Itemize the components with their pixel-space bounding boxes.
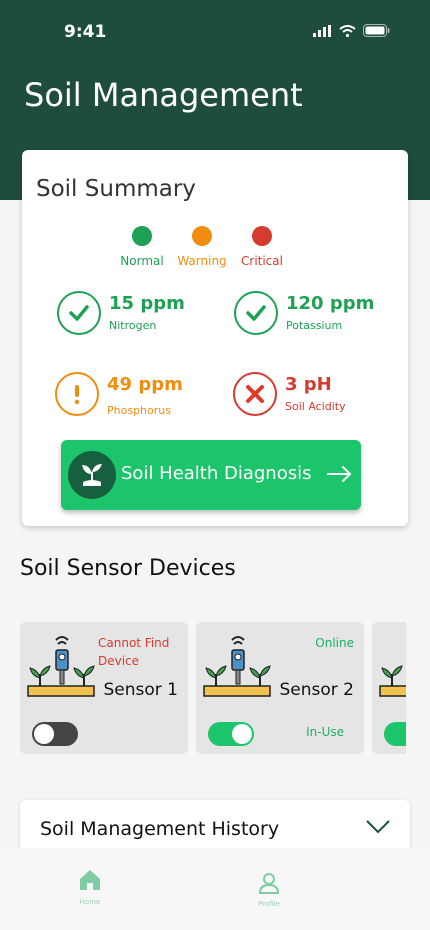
device-toggle[interactable]: [384, 722, 406, 746]
legend-label: Critical: [241, 254, 283, 268]
metric-value: 49 ppm: [107, 374, 183, 395]
page-title: Soil Management: [24, 76, 303, 114]
home-icon: [80, 870, 100, 890]
device-name: Sensor 1: [103, 680, 179, 700]
metric-value: 120 ppm: [286, 293, 375, 314]
status-icons: [313, 24, 390, 37]
wifi-icon: [339, 24, 356, 37]
device-toggle[interactable]: [208, 722, 254, 746]
device-card[interactable]: Cannot Find Device Sensor 1: [20, 622, 188, 754]
check-icon: [57, 291, 101, 335]
device-use-label: In-Use: [306, 725, 344, 739]
plant-icon: [68, 451, 116, 499]
metric-name: Phosphorus: [107, 404, 171, 417]
legend-dot: [132, 226, 152, 246]
sensor-plant-icon: [27, 636, 95, 697]
metric-nitrogen: 15 ppm Nitrogen: [57, 291, 207, 341]
metric-value: 3 pH: [285, 374, 332, 395]
diagnosis-label: Soil Health Diagnosis: [121, 463, 312, 484]
x-icon: [233, 372, 277, 416]
soil-summary-card: Soil Summary Normal Warning Critical 15 …: [22, 150, 408, 526]
soil-health-diagnosis-button[interactable]: Soil Health Diagnosis: [61, 440, 361, 510]
signal-icon: [313, 24, 331, 37]
metric-name: Potassium: [286, 319, 343, 332]
nav-profile[interactable]: Profile: [229, 872, 309, 908]
exclamation-icon: [55, 372, 99, 416]
sensor-plant-icon: [203, 636, 271, 697]
history-title: Soil Management History: [40, 818, 280, 840]
device-status: Online: [315, 636, 354, 650]
toggle-knob: [34, 724, 54, 744]
legend-label: Warning: [177, 254, 227, 268]
chevron-down-icon: [366, 820, 390, 834]
status-legend: Normal Warning Critical: [112, 226, 292, 270]
device-toggle[interactable]: [32, 722, 78, 746]
legend-dot: [192, 226, 212, 246]
nav-label: Home: [79, 898, 101, 906]
metric-potassium: 120 ppm Potassium: [234, 291, 384, 341]
metric-name: Soil Acidity: [285, 400, 346, 413]
sensor-plant-icon: [379, 665, 406, 697]
profile-icon: [258, 873, 280, 894]
battery-icon: [363, 24, 390, 37]
legend-dot: [252, 226, 272, 246]
nav-home[interactable]: Home: [50, 868, 130, 906]
nav-label: Profile: [258, 900, 280, 908]
legend-critical: Critical: [232, 226, 292, 268]
device-status: Cannot Find Device: [98, 636, 170, 668]
device-carousel[interactable]: Cannot Find Device Sensor 1 Online Senso…: [20, 622, 406, 754]
metric-soil-acidity: 3 pH Soil Acidity: [233, 372, 383, 422]
device-card[interactable]: Online Sensor 2 In-Use: [196, 622, 364, 754]
device-name: Sensor 2: [279, 680, 355, 700]
status-bar: 9:41: [0, 0, 430, 62]
legend-warning: Warning: [172, 226, 232, 268]
check-icon: [234, 291, 278, 335]
metric-name: Nitrogen: [109, 319, 157, 332]
metric-value: 15 ppm: [109, 293, 185, 314]
arrow-right-icon: [327, 466, 352, 482]
metric-phosphorus: 49 ppm Phosphorus: [55, 372, 205, 422]
legend-normal: Normal: [112, 226, 172, 268]
summary-title: Soil Summary: [36, 176, 196, 202]
legend-label: Normal: [120, 254, 164, 268]
status-time: 9:41: [64, 22, 107, 42]
toggle-knob: [232, 724, 252, 744]
bottom-nav: Home Profile: [0, 848, 430, 930]
device-card[interactable]: [372, 622, 406, 754]
section-title-devices: Soil Sensor Devices: [20, 556, 236, 581]
